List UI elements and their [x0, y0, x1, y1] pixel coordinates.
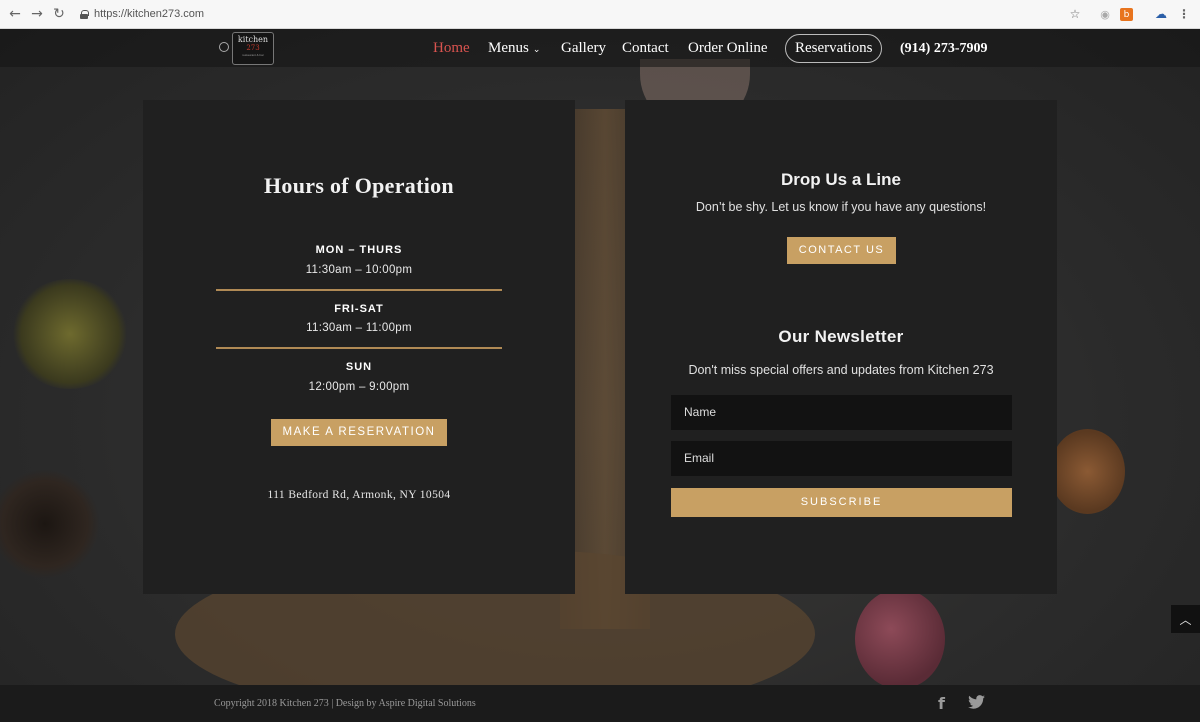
nav-gallery[interactable]: Gallery	[561, 40, 606, 57]
copyright-text: Copyright 2018 Kitchen 273 | Design by A…	[214, 698, 476, 709]
nav-menus-label: Menus	[488, 40, 529, 56]
nav-menus[interactable]: Menus ⌄	[488, 40, 540, 57]
lock-icon	[80, 9, 89, 19]
drop-us-title: Drop Us a Line	[781, 170, 901, 189]
logo-mark-icon	[219, 42, 229, 52]
sauce-jar	[0, 469, 100, 579]
logo-text-number: 273	[246, 44, 260, 52]
nav-contact[interactable]: Contact	[622, 40, 669, 57]
reload-icon[interactable]: ↻	[48, 3, 70, 25]
contact-us-button[interactable]: CONTACT US	[787, 237, 896, 264]
chevron-down-icon: ⌄	[532, 45, 541, 55]
address: 111 Bedford Rd, Armonk, NY 10504	[267, 489, 451, 501]
hours-panel: Hours of Operation MON – THURS 11:30am –…	[143, 100, 575, 594]
contact-panel: Drop Us a Line Don’t be shy. Let us know…	[625, 100, 1057, 594]
oil-jar	[10, 279, 130, 389]
divider	[216, 289, 502, 291]
hours-time: 11:30am – 11:00pm	[306, 322, 412, 334]
hours-day: FRI-SAT	[334, 303, 384, 315]
newsletter-subtitle: Don't miss special offers and updates fr…	[688, 363, 994, 377]
hours-day: SUN	[345, 361, 373, 373]
extension-orange-icon[interactable]: b	[1120, 8, 1133, 21]
back-icon[interactable]: ←	[4, 3, 26, 25]
nav-reservations-button[interactable]: Reservations	[785, 34, 883, 63]
newsletter-title: Our Newsletter	[778, 327, 904, 346]
subscribe-button[interactable]: SUBSCRIBE	[671, 488, 1012, 517]
hours-time: 12:00pm – 9:00pm	[308, 381, 410, 393]
nav-phone[interactable]: (914) 273-7909	[900, 41, 988, 57]
extension-icon[interactable]: ◉	[1097, 6, 1113, 22]
divider	[216, 347, 502, 349]
site-logo[interactable]: kitchen 273 restaurant & bar	[232, 32, 274, 65]
hours-day: MON – THURS	[315, 244, 403, 256]
hours-title: Hours of Operation	[264, 173, 454, 198]
cloud-icon[interactable]: ☁	[1153, 6, 1169, 22]
nav-home[interactable]: Home	[433, 40, 470, 57]
forward-icon[interactable]: →	[26, 3, 48, 25]
hours-time: 11:30am – 10:00pm	[305, 264, 413, 276]
make-reservation-button[interactable]: MAKE A RESERVATION	[271, 419, 447, 446]
site-footer: Copyright 2018 Kitchen 273 | Design by A…	[0, 685, 1200, 722]
twitter-icon[interactable]	[968, 694, 985, 713]
address-bar[interactable]: https://kitchen273.com	[80, 3, 1080, 25]
url-text: https://kitchen273.com	[94, 8, 205, 20]
drop-us-subtitle: Don’t be shy. Let us know if you have an…	[695, 200, 987, 214]
star-icon[interactable]: ☆	[1067, 6, 1083, 22]
scroll-to-top-icon[interactable]: ︿	[1171, 605, 1200, 633]
onion	[855, 589, 945, 685]
wooden-lid	[1050, 429, 1125, 514]
nav-order-online[interactable]: Order Online	[688, 40, 768, 57]
facebook-icon[interactable]: f	[938, 694, 945, 713]
browser-toolbar: ← → ↻ https://kitchen273.com ☆ ◉ b ☁ ⋮	[0, 0, 1200, 29]
email-field[interactable]: Email	[671, 441, 1012, 476]
menu-dots-icon[interactable]: ⋮	[1176, 6, 1192, 22]
name-field[interactable]: Name	[671, 395, 1012, 430]
site-header: kitchen 273 restaurant & bar Home Menus ⌄…	[0, 29, 1200, 67]
logo-text-kitchen: kitchen	[237, 35, 269, 44]
logo-text-tagline: restaurant & bar	[242, 53, 264, 57]
